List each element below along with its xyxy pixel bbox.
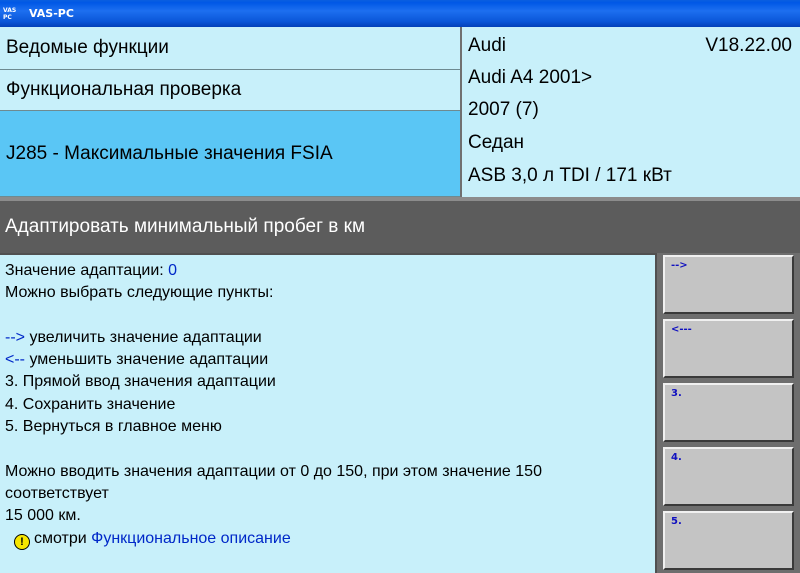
option-increase-text: увеличить значение адаптации bbox=[25, 328, 262, 346]
nav-item-function-test[interactable]: Функциональная проверка bbox=[0, 70, 460, 111]
option-direct-input: 3. Прямой ввод значения адаптации bbox=[5, 373, 276, 391]
main-menu-button[interactable]: 5. bbox=[663, 511, 794, 570]
option-decrease-text: уменьшить значение адаптации bbox=[25, 351, 269, 369]
see-description-line: ! смотри Функциональное описание bbox=[5, 528, 655, 550]
section-title: Адаптировать минимальный пробег в км bbox=[0, 201, 800, 253]
content-area: Значение адаптации: 0 Можно выбрать след… bbox=[0, 253, 657, 573]
window-title: VAS-PC bbox=[29, 7, 74, 20]
nav-item-j285-max-values[interactable]: J285 - Максимальные значения FSIA bbox=[0, 111, 460, 197]
adaptation-value: 0 bbox=[168, 262, 178, 279]
choose-label: Можно выбрать следующие пункты: bbox=[5, 284, 274, 302]
option-increase-key: --> bbox=[5, 328, 25, 346]
function-description-link[interactable]: Функциональное описание bbox=[91, 530, 291, 547]
range-line-2: соответствует bbox=[5, 484, 109, 502]
range-line-3: 15 000 км. bbox=[5, 507, 81, 525]
option-decrease: <-- уменьшить значение адаптации bbox=[5, 349, 655, 371]
vehicle-engine: ASB 3,0 л TDI / 171 кВт bbox=[468, 165, 672, 186]
function-button-panel: --> <--- 3. 4. 5. bbox=[657, 253, 800, 573]
warning-icon: ! bbox=[14, 533, 30, 550]
vehicle-model: Audi A4 2001> bbox=[468, 67, 593, 88]
option-increase: --> увеличить значение адаптации bbox=[5, 327, 655, 349]
software-version: V18.22.00 bbox=[705, 35, 792, 56]
range-line-1: Можно вводить значения адаптации от 0 до… bbox=[5, 462, 542, 480]
nav-item-guided-functions[interactable]: Ведомые функции bbox=[0, 27, 460, 70]
option-save: 4. Сохранить значение bbox=[5, 395, 176, 413]
title-bar: VAS PC VAS-PC bbox=[0, 0, 800, 27]
adaptation-label: Значение адаптации: bbox=[5, 262, 169, 279]
vehicle-info-panel: Audi V18.22.00 Audi A4 2001> 2007 (7) Се… bbox=[462, 27, 800, 197]
vehicle-year: 2007 (7) bbox=[468, 99, 539, 120]
option-main-menu: 5. Вернуться в главное меню bbox=[5, 418, 222, 436]
navigation-panel: Ведомые функции Функциональная проверка … bbox=[0, 27, 462, 197]
option-decrease-key: <-- bbox=[5, 351, 25, 369]
adaptation-value-line: Значение адаптации: 0 bbox=[5, 260, 655, 282]
app-icon: VAS PC bbox=[3, 6, 17, 21]
increase-button[interactable]: --> bbox=[663, 255, 794, 314]
save-button[interactable]: 4. bbox=[663, 447, 794, 506]
vehicle-make: Audi bbox=[468, 35, 507, 56]
vehicle-body: Седан bbox=[468, 132, 525, 153]
see-label: смотри bbox=[34, 529, 92, 547]
direct-input-button[interactable]: 3. bbox=[663, 383, 794, 442]
decrease-button[interactable]: <--- bbox=[663, 319, 794, 378]
